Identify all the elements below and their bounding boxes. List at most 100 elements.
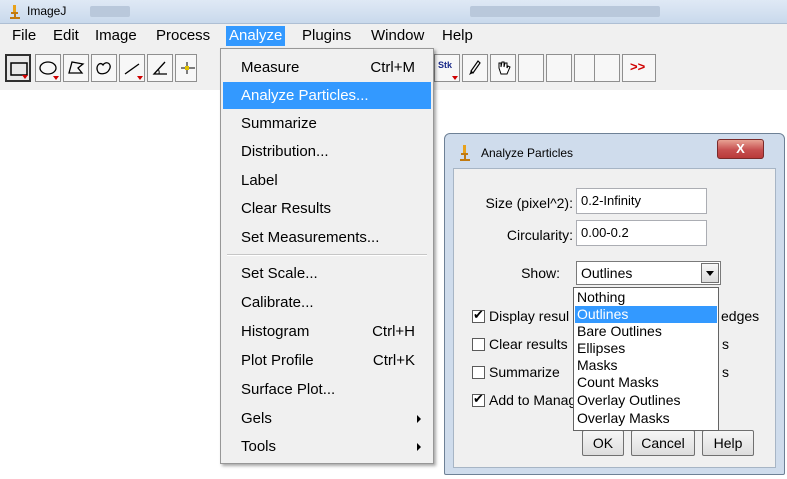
clear-results-checkbox[interactable] (472, 338, 485, 351)
chevron-down-icon[interactable] (701, 263, 719, 283)
menu-item-label: Clear Results (241, 200, 332, 217)
close-button[interactable]: X (717, 139, 764, 159)
menu-item-shortcut: Ctrl+K (372, 352, 415, 369)
menu-edit[interactable]: Edit (50, 26, 82, 46)
circularity-label: Circularity: (506, 227, 573, 243)
menu-item-surface-plot[interactable]: Surface Plot... (223, 376, 431, 403)
show-option-outlines[interactable]: Outlines (575, 306, 717, 323)
show-option-masks[interactable]: Masks (575, 357, 717, 374)
blurred-region (470, 6, 660, 17)
menu-help[interactable]: Help (439, 26, 476, 46)
empty-tool-slot[interactable] (594, 54, 620, 82)
show-options-list: Nothing Outlines Bare Outlines Ellipses … (573, 287, 719, 431)
menu-item-label: Tools (241, 438, 277, 455)
hand-icon (498, 61, 511, 75)
menu-item-label-cmd[interactable]: Label (223, 167, 431, 194)
menu-window[interactable]: Window (368, 26, 427, 46)
menu-item-set-measurements[interactable]: Set Measurements... (223, 224, 431, 251)
show-label: Show: (521, 265, 560, 281)
menu-item-analyze-particles[interactable]: Analyze Particles... (223, 82, 431, 109)
menu-item-summarize[interactable]: Summarize (223, 110, 431, 137)
oval-tool[interactable] (35, 54, 61, 82)
show-option-bare-outlines[interactable]: Bare Outlines (575, 323, 717, 340)
menu-image[interactable]: Image (92, 26, 140, 46)
checkmark-icon: ✔ (473, 307, 484, 322)
tool-options-marker (452, 76, 458, 80)
menu-item-gels[interactable]: Gels (223, 405, 431, 432)
add-to-manager-label: Add to Manag (489, 392, 577, 408)
menu-bar: File Edit Image Process Analyze Plugins … (0, 24, 787, 48)
menu-item-measure[interactable]: Measure Ctrl+M (223, 54, 431, 81)
tool-options-marker (137, 76, 143, 80)
help-button[interactable]: Help (702, 430, 754, 456)
summarize-label: Summarize (489, 364, 560, 380)
oval-icon (39, 61, 57, 75)
tool-options-marker (22, 75, 28, 79)
help-label: Help (713, 435, 743, 451)
menu-process[interactable]: Process (153, 26, 213, 46)
menu-item-label: Plot Profile (241, 352, 314, 369)
line-tool[interactable] (119, 54, 145, 82)
display-results-checkbox[interactable]: ✔ (472, 307, 485, 323)
show-option-overlay-outlines[interactable]: Overlay Outlines (575, 392, 717, 409)
option-label-fragment: s (722, 364, 729, 380)
crosshair-icon (181, 62, 195, 74)
cancel-button[interactable]: Cancel (631, 430, 695, 456)
menu-item-shortcut: Ctrl+H (372, 323, 415, 340)
point-tool[interactable] (175, 54, 197, 82)
show-option-count-masks[interactable]: Count Masks (575, 374, 717, 391)
summarize-checkbox[interactable] (472, 366, 485, 379)
ok-button[interactable]: OK (582, 430, 624, 456)
display-results-label: Display resul (489, 308, 570, 324)
more-tools-button[interactable]: >> (622, 54, 656, 82)
freehand-tool[interactable] (91, 54, 117, 82)
close-icon: X (736, 141, 745, 156)
menu-file[interactable]: File (9, 26, 39, 46)
menu-item-label: Measure (241, 59, 300, 76)
cancel-label: Cancel (641, 435, 685, 451)
show-option-overlay-masks[interactable]: Overlay Masks (575, 410, 717, 427)
brush-tool[interactable] (462, 54, 488, 82)
empty-tool-slot[interactable] (518, 54, 544, 82)
menu-item-plot-profile[interactable]: Plot Profile Ctrl+K (223, 347, 431, 374)
brush-icon (469, 60, 481, 75)
angle-tool[interactable] (147, 54, 173, 82)
show-select[interactable]: Outlines (576, 261, 721, 285)
size-field[interactable]: 0.2-Infinity (576, 188, 707, 214)
polygon-icon (68, 61, 85, 74)
show-option-nothing[interactable]: Nothing (575, 289, 717, 306)
tool-options-marker (53, 76, 59, 80)
menu-item-histogram[interactable]: Histogram Ctrl+H (223, 318, 431, 345)
show-option-ellipses[interactable]: Ellipses (575, 340, 717, 357)
line-icon (124, 63, 140, 75)
title-bar: ImageJ (0, 0, 787, 24)
empty-tool-slot[interactable] (546, 54, 572, 82)
menu-item-label: Histogram (241, 323, 310, 340)
checkmark-icon: ✔ (473, 391, 484, 406)
menu-analyze[interactable]: Analyze (226, 26, 286, 46)
polygon-tool[interactable] (63, 54, 89, 82)
show-select-value: Outlines (581, 265, 633, 281)
analyze-menu: Measure Ctrl+M Analyze Particles... Summ… (220, 48, 434, 464)
menu-item-set-scale[interactable]: Set Scale... (223, 260, 431, 287)
stack-tool[interactable]: Stk (434, 54, 460, 82)
size-label: Size (pixel^2): (485, 195, 574, 211)
menu-item-shortcut: Ctrl+M (370, 59, 415, 76)
menu-item-distribution[interactable]: Distribution... (223, 138, 431, 165)
menu-item-label: Set Scale... (241, 265, 318, 282)
rectangle-tool[interactable] (5, 54, 31, 82)
menu-item-clear-results[interactable]: Clear Results (223, 195, 431, 222)
blurred-region (90, 6, 130, 17)
clear-results-label: Clear results (489, 336, 568, 352)
hand-tool[interactable] (490, 54, 516, 82)
menu-separator (227, 254, 427, 256)
circularity-field[interactable]: 0.00-0.2 (576, 220, 707, 246)
more-tools-label: >> (630, 59, 646, 74)
menu-item-calibrate[interactable]: Calibrate... (223, 289, 431, 316)
menu-item-label: Set Measurements... (241, 229, 380, 246)
menu-plugins[interactable]: Plugins (299, 26, 354, 46)
add-to-manager-checkbox[interactable]: ✔ (472, 391, 485, 407)
window-title: ImageJ (27, 4, 67, 18)
menu-item-label: Analyze Particles... (241, 87, 369, 104)
menu-item-tools[interactable]: Tools (223, 433, 431, 460)
